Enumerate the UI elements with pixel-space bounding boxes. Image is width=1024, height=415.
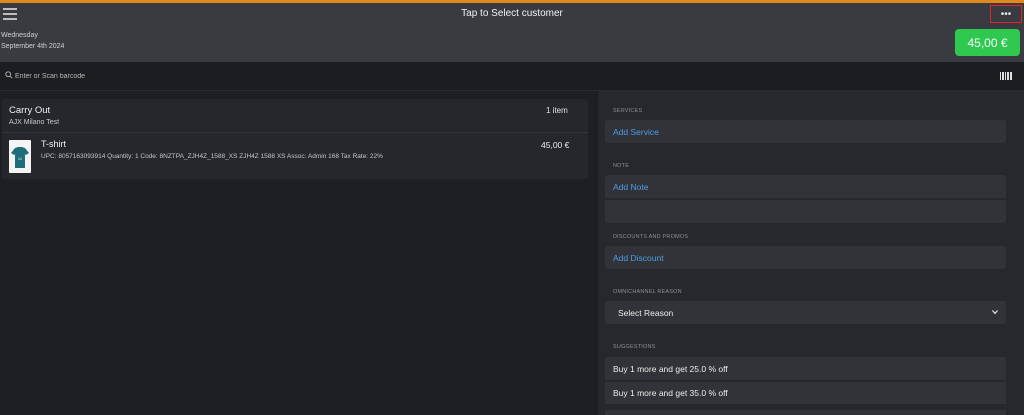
next-suggestion-stub <box>605 410 1006 415</box>
more-icon[interactable]: ••• <box>990 5 1022 23</box>
search-input[interactable] <box>15 69 915 83</box>
add-note-button[interactable]: Add Note <box>605 175 1006 198</box>
add-service-button[interactable]: Add Service <box>605 120 1006 143</box>
services-label: SERVICES <box>613 108 643 114</box>
date-block: Wednesday September 4th 2024 <box>1 30 64 52</box>
suggestions-label: SUGGESTIONS <box>613 344 656 350</box>
search-icon <box>5 71 13 79</box>
date: September 4th 2024 <box>1 43 65 50</box>
select-reason-label: Select Reason <box>618 307 674 318</box>
total-button[interactable]: 45,00 € <box>955 29 1020 56</box>
divider <box>2 132 588 133</box>
discounts-label: DISCOUNTS AND PROMOS <box>613 234 689 240</box>
product-thumbnail[interactable]: 11 <box>9 140 31 173</box>
select-reason-dropdown[interactable]: Select Reason <box>605 301 1006 324</box>
barcode-icon[interactable] <box>1000 72 1012 80</box>
order-card: Carry Out AJX Milano Test 1 item 11 T-sh… <box>2 99 588 179</box>
weekday: Wednesday <box>1 32 38 39</box>
item-count: 1 item <box>546 106 568 115</box>
select-customer-button[interactable]: Tap to Select customer <box>0 8 1024 19</box>
right-panel: SERVICES Add Service NOTE Add Note DISCO… <box>598 91 1024 415</box>
note-area[interactable] <box>605 199 1006 223</box>
store-name: AJX Milano Test <box>9 119 60 126</box>
product-name[interactable]: T-shirt <box>41 139 66 149</box>
search-bar <box>0 62 1024 91</box>
product-details: UPC: 8057163093914 Quantity: 1 Code: 8NZ… <box>41 153 383 160</box>
note-label: NOTE <box>613 163 630 169</box>
order-type: Carry Out <box>9 105 51 116</box>
product-price: 45,00 € <box>541 140 570 150</box>
header: Tap to Select customer Wednesday Septemb… <box>0 3 1024 62</box>
chevron-down-icon <box>992 310 998 315</box>
add-discount-button[interactable]: Add Discount <box>605 246 1006 269</box>
suggestion-item[interactable]: Buy 1 more and get 35.0 % off <box>605 381 1006 404</box>
tshirt-icon: 11 <box>11 146 29 168</box>
suggestion-item[interactable]: Buy 1 more and get 25.0 % off <box>605 357 1006 380</box>
omnichannel-label: OMNICHANNEL REASON <box>613 289 682 295</box>
